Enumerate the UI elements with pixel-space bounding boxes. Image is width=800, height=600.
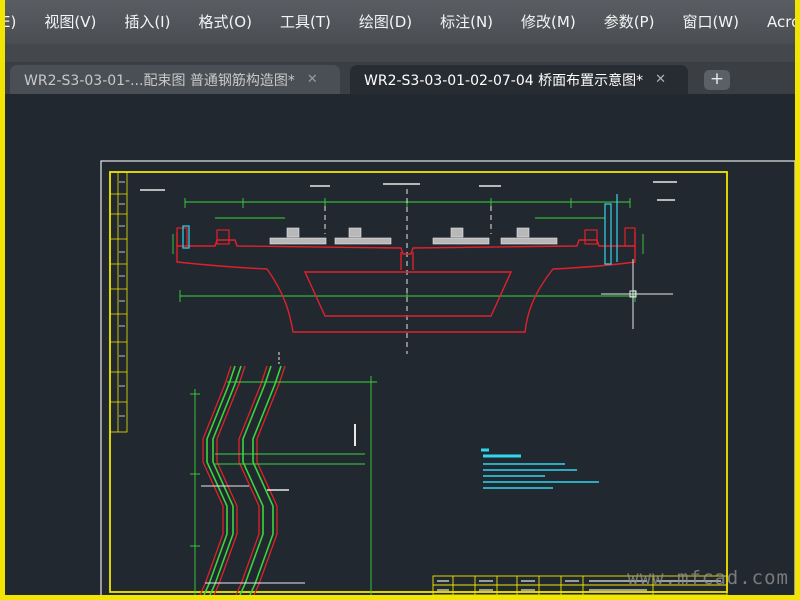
left-title-column bbox=[109, 171, 128, 433]
autocad-window: E) 视图(V) 插入(I) 格式(O) 工具(T) 绘图(D) 标注(N) 修… bbox=[5, 0, 795, 595]
plan-rebar-green bbox=[203, 365, 282, 595]
add-tab-button[interactable]: + bbox=[704, 70, 730, 90]
file-tab-rebar[interactable]: WR2-S3-03-01-...配束图 普通钢筋构造图* ✕ bbox=[10, 65, 340, 94]
menu-view[interactable]: 视图(V) bbox=[30, 0, 110, 44]
section-dimensions bbox=[172, 198, 644, 302]
file-tab-bar: WR2-S3-03-01-...配束图 普通钢筋构造图* ✕ WR2-S3-03… bbox=[5, 62, 795, 94]
ribbon-strip bbox=[5, 44, 795, 62]
plan-rebar-red bbox=[199, 365, 286, 595]
cad-drawing bbox=[100, 160, 795, 595]
tab-label: WR2-S3-03-01-02-07-04 桥面布置示意图* bbox=[364, 72, 644, 89]
menu-bar: E) 视图(V) 插入(I) 格式(O) 工具(T) 绘图(D) 标注(N) 修… bbox=[5, 0, 795, 44]
cyan-notes bbox=[481, 448, 599, 489]
close-icon[interactable]: ✕ bbox=[307, 72, 318, 87]
menu-acrobat[interactable]: Acroba bbox=[753, 0, 795, 44]
drawing-canvas[interactable] bbox=[5, 94, 795, 595]
menu-insert[interactable]: 插入(I) bbox=[110, 0, 184, 44]
menu-draw[interactable]: 绘图(D) bbox=[345, 0, 426, 44]
sheet-outer-frame bbox=[100, 160, 795, 595]
tab-label: WR2-S3-03-01-...配束图 普通钢筋构造图* bbox=[24, 72, 295, 89]
menu-parametric[interactable]: 参数(P) bbox=[590, 0, 669, 44]
menu-tools[interactable]: 工具(T) bbox=[266, 0, 345, 44]
box-girder-section bbox=[176, 232, 636, 333]
menu-format[interactable]: 格式(O) bbox=[184, 0, 266, 44]
menu-edit[interactable]: E) bbox=[5, 0, 30, 44]
close-icon[interactable]: ✕ bbox=[655, 72, 666, 87]
barriers bbox=[176, 227, 636, 247]
watermark-text: www.mfcad.com bbox=[627, 567, 789, 589]
menu-modify[interactable]: 修改(M) bbox=[507, 0, 590, 44]
cyan-parapets bbox=[182, 194, 618, 265]
section-label-marks bbox=[140, 181, 677, 201]
crosshair-cursor bbox=[601, 259, 673, 329]
file-tab-deck-layout[interactable]: WR2-S3-03-01-02-07-04 桥面布置示意图* ✕ bbox=[350, 65, 688, 94]
left-title-ticks bbox=[119, 181, 125, 417]
menu-dimension[interactable]: 标注(N) bbox=[426, 0, 507, 44]
menu-window[interactable]: 窗口(W) bbox=[668, 0, 753, 44]
track-slabs bbox=[269, 227, 558, 245]
